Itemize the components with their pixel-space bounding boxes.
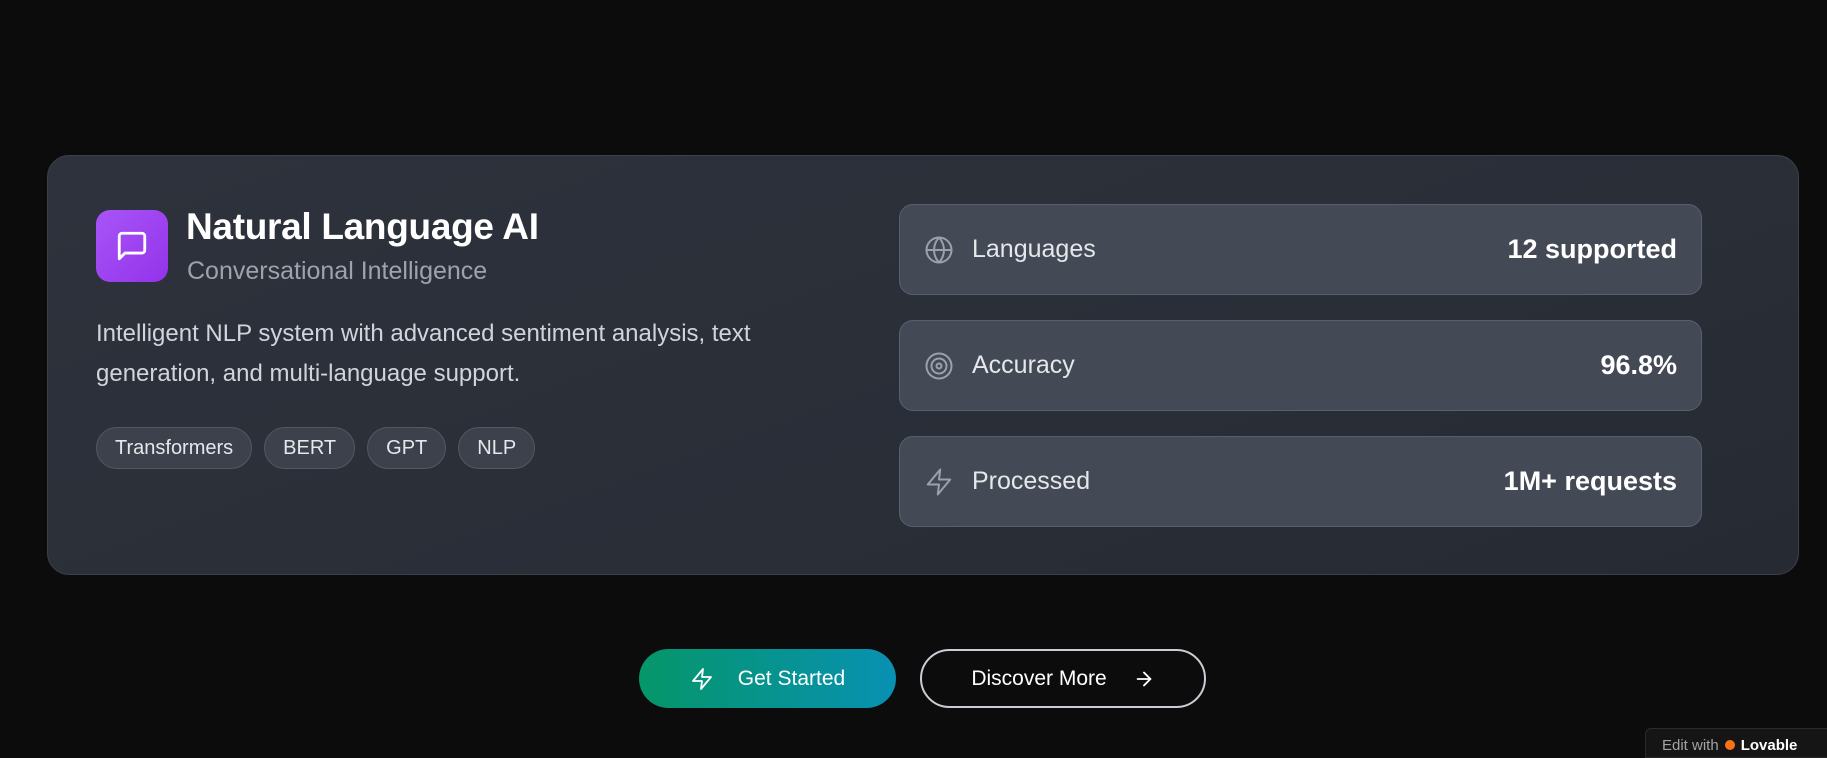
get-started-label: Get Started (737, 666, 846, 690)
arrow-right-icon (1133, 668, 1155, 690)
tag-gpt: GPT (367, 427, 447, 469)
zap-icon (924, 467, 954, 497)
discover-more-label: Discover More (971, 666, 1107, 690)
target-icon (924, 351, 954, 381)
card-title: Natural Language AI (186, 206, 539, 247)
metric-processed: Processed 1M+ requests (899, 436, 1702, 527)
badge-prefix: Edit with (1662, 737, 1719, 754)
metric-accuracy: Accuracy 96.8% (899, 320, 1702, 411)
discover-more-button[interactable]: Discover More (920, 649, 1206, 708)
tag-bert: BERT (264, 427, 356, 469)
metric-label: Accuracy (972, 351, 1075, 379)
tag-nlp: NLP (458, 427, 536, 469)
metric-value: 96.8% (1600, 350, 1677, 380)
metric-languages: Languages 12 supported (899, 204, 1702, 295)
zap-icon (690, 667, 714, 691)
tag-transformers: Transformers (96, 427, 253, 469)
chat-bubble-icon (96, 210, 168, 282)
card-subtitle: Conversational Intelligence (187, 257, 488, 285)
globe-icon (924, 235, 954, 265)
badge-brand: Lovable (1740, 737, 1798, 754)
metric-label: Processed (972, 467, 1091, 495)
edit-with-badge[interactable]: Edit with Lovable (1645, 728, 1827, 758)
card-description: Intelligent NLP system with advanced sen… (96, 320, 751, 387)
brand-logo-icon (1724, 740, 1735, 750)
get-started-button[interactable]: Get Started (639, 649, 896, 708)
metric-value: 12 supported (1507, 234, 1677, 264)
metric-label: Languages (972, 235, 1096, 263)
tag-list: Transformers BERT GPT NLP (96, 427, 536, 469)
metric-value: 1M+ requests (1503, 466, 1677, 496)
